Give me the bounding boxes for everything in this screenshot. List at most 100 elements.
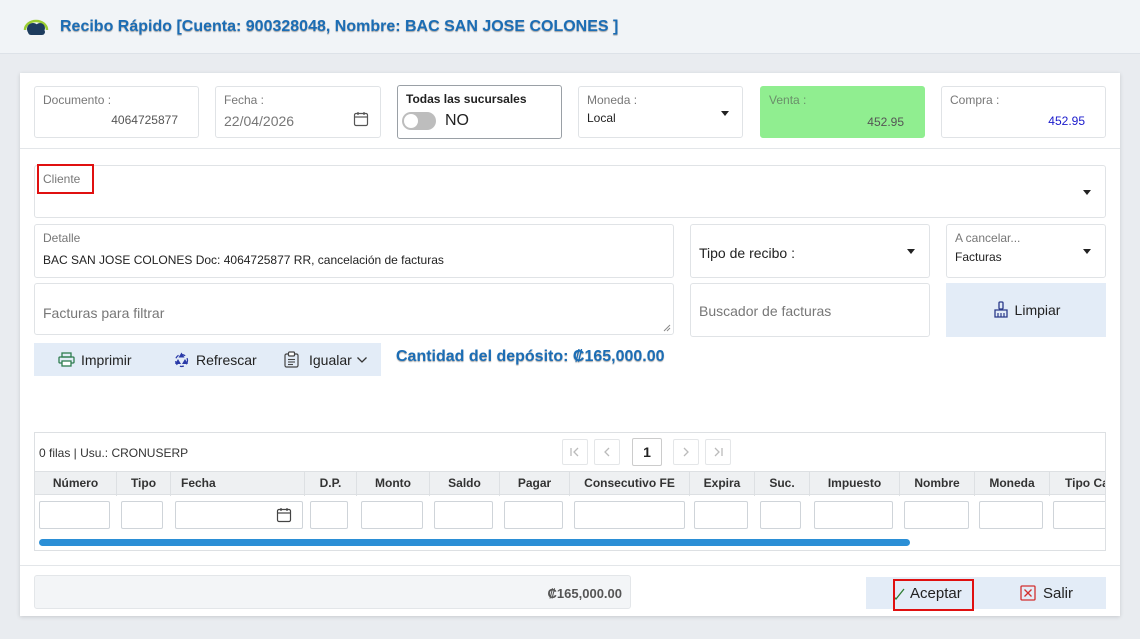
calendar-icon[interactable] — [276, 507, 292, 523]
chevron-down-icon — [721, 111, 729, 116]
total-amount-value: ₡165,000.00 — [547, 586, 622, 601]
column-header[interactable]: Número — [35, 472, 117, 496]
chevron-down-icon — [907, 249, 915, 254]
sucursales-toggle-box: Todas las sucursales NO — [397, 85, 562, 139]
section-divider — [20, 148, 1120, 149]
sucursales-toggle-value: NO — [445, 112, 469, 129]
filter-tipo-cambio[interactable] — [1053, 501, 1105, 529]
documento-field[interactable]: Documento : 4064725877 — [34, 86, 199, 138]
fecha-value: 22/04/2026 — [224, 113, 295, 129]
venta-label: Venta : — [769, 93, 807, 107]
imprimir-button[interactable]: Imprimir — [58, 343, 132, 376]
column-header[interactable]: Expira — [690, 472, 755, 496]
column-header[interactable]: Saldo — [430, 472, 500, 496]
moneda-select[interactable]: Moneda : Local — [578, 86, 743, 138]
salir-button[interactable]: Salir — [1020, 577, 1073, 609]
documento-label: Documento : — [43, 93, 112, 107]
imprimir-label: Imprimir — [81, 351, 132, 368]
salir-label: Salir — [1043, 584, 1074, 602]
column-header[interactable]: Monto — [357, 472, 430, 496]
first-page-button[interactable] — [562, 439, 588, 465]
compra-label: Compra : — [950, 93, 1000, 107]
footer-divider — [20, 565, 1120, 566]
column-header[interactable]: Impuesto — [810, 472, 900, 496]
a-cancelar-select[interactable]: A cancelar... Facturas — [946, 224, 1106, 278]
broom-icon — [993, 301, 1008, 318]
toggle-knob — [404, 114, 418, 128]
buscador-placeholder: Buscador de facturas — [699, 303, 832, 319]
column-header[interactable]: Tipo Ca — [1050, 472, 1105, 496]
buscador-facturas-input[interactable]: Buscador de facturas — [690, 283, 930, 337]
limpiar-button[interactable]: Limpiar — [946, 283, 1106, 337]
total-amount-field: ₡165,000.00 — [34, 575, 631, 609]
chevron-down-icon — [1083, 249, 1091, 254]
column-header[interactable]: Nombre — [900, 472, 975, 496]
filter-moneda[interactable] — [979, 501, 1043, 529]
last-page-icon — [714, 447, 723, 457]
fecha-field[interactable]: Fecha : 22/04/2026 — [215, 86, 381, 138]
cloud-logo-icon — [23, 19, 49, 35]
next-page-button[interactable] — [673, 439, 699, 465]
chevron-down-icon — [1083, 190, 1091, 195]
column-header[interactable]: Pagar — [500, 472, 570, 496]
column-header[interactable]: Fecha — [171, 472, 305, 496]
sucursales-label: Todas las sucursales — [406, 92, 527, 106]
filter-fecha[interactable] — [175, 501, 303, 529]
venta-field: Venta : 452.95 — [760, 86, 925, 138]
column-header[interactable]: Moneda — [975, 472, 1050, 496]
grid-info: 0 filas | Usu.: CRONUSERP — [39, 446, 189, 460]
column-header[interactable]: Consecutivo FE — [570, 472, 690, 496]
prev-page-button[interactable] — [594, 439, 620, 465]
detalle-label: Detalle — [43, 231, 81, 245]
refrescar-label: Refrescar — [196, 351, 257, 368]
compra-field[interactable]: Compra : 452.95 — [941, 86, 1106, 138]
limpiar-label: Limpiar — [1014, 302, 1061, 318]
tipo-recibo-select[interactable]: Tipo de recibo : — [690, 224, 930, 278]
invoices-grid: 0 filas | Usu.: CRONUSERP 1 Número Tipo … — [34, 432, 1106, 551]
venta-value: 452.95 — [867, 115, 904, 129]
actions-toolbar: Imprimir Refrescar Igualar — [34, 343, 381, 376]
a-cancelar-value: Facturas — [955, 250, 1002, 264]
filter-suc[interactable] — [760, 501, 801, 529]
horizontal-scrollbar[interactable] — [39, 539, 910, 546]
chevron-left-icon — [604, 447, 610, 457]
documento-value: 4064725877 — [111, 113, 178, 127]
window-title: Recibo Rápido [Cuenta: 900328048, Nombre… — [60, 18, 619, 35]
filter-dp[interactable] — [310, 501, 348, 529]
aceptar-highlight — [893, 579, 974, 611]
sucursales-toggle[interactable] — [402, 112, 436, 130]
deposit-amount-text: Cantidad del depósito: ₡165,000.00 — [396, 348, 665, 365]
cliente-select[interactable]: Cliente — [34, 165, 1106, 218]
current-page[interactable]: 1 — [632, 438, 662, 466]
filter-pagar[interactable] — [504, 501, 563, 529]
column-header[interactable]: Suc. — [755, 472, 810, 496]
filter-numero[interactable] — [39, 501, 110, 529]
column-header[interactable]: D.P. — [305, 472, 357, 496]
calendar-icon[interactable] — [353, 111, 369, 127]
compra-value: 452.95 — [1048, 114, 1085, 128]
grid-header-row: Número Tipo Fecha D.P. Monto Saldo Pagar… — [35, 471, 1105, 496]
igualar-dropdown[interactable]: Igualar — [284, 343, 374, 376]
column-header[interactable]: Tipo — [117, 472, 171, 496]
moneda-value: Local — [587, 111, 616, 125]
last-page-button[interactable] — [705, 439, 731, 465]
filter-impuesto[interactable] — [814, 501, 893, 529]
filter-tipo[interactable] — [121, 501, 163, 529]
detalle-field[interactable]: Detalle BAC SAN JOSE COLONES Doc: 406472… — [34, 224, 674, 278]
resize-handle-icon[interactable] — [663, 324, 671, 332]
filter-saldo[interactable] — [434, 501, 493, 529]
close-box-icon — [1020, 585, 1036, 601]
title-bar: Recibo Rápido [Cuenta: 900328048, Nombre… — [0, 0, 1140, 54]
filter-monto[interactable] — [361, 501, 423, 529]
recycle-icon — [174, 352, 189, 368]
detalle-value: BAC SAN JOSE COLONES Doc: 4064725877 RR,… — [43, 253, 444, 267]
facturas-filtrar-textarea[interactable]: Facturas para filtrar — [34, 283, 674, 335]
refrescar-button[interactable]: Refrescar — [173, 343, 257, 376]
printer-icon — [58, 352, 75, 367]
receipt-dialog: Documento : 4064725877 Fecha : 22/04/202… — [20, 73, 1120, 616]
cliente-highlight — [37, 164, 94, 194]
filter-expira[interactable] — [694, 501, 748, 529]
filter-nombre[interactable] — [904, 501, 969, 529]
filter-consecutivo-fe[interactable] — [574, 501, 685, 529]
chevron-right-icon — [683, 447, 689, 457]
